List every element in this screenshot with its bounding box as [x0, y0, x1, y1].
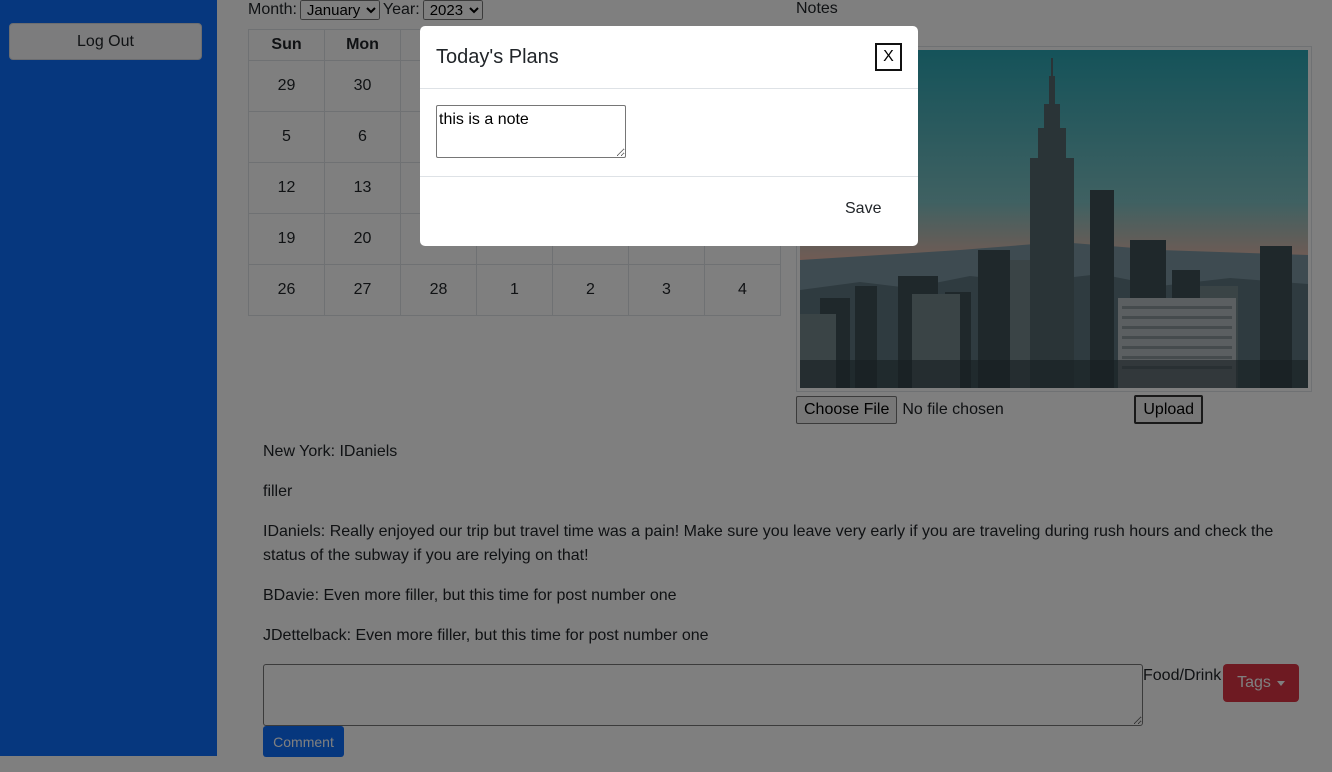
save-button[interactable]: Save	[845, 200, 881, 218]
modal-title: Today's Plans	[436, 46, 559, 68]
note-textarea[interactable]: this is a note	[436, 105, 626, 158]
todays-plans-modal: Today's Plans X this is a note Save	[420, 26, 918, 246]
modal-body: this is a note	[420, 89, 918, 177]
modal-header: Today's Plans X	[420, 26, 918, 89]
modal-footer: Save	[420, 177, 918, 247]
modal-close-button[interactable]: X	[875, 43, 902, 71]
